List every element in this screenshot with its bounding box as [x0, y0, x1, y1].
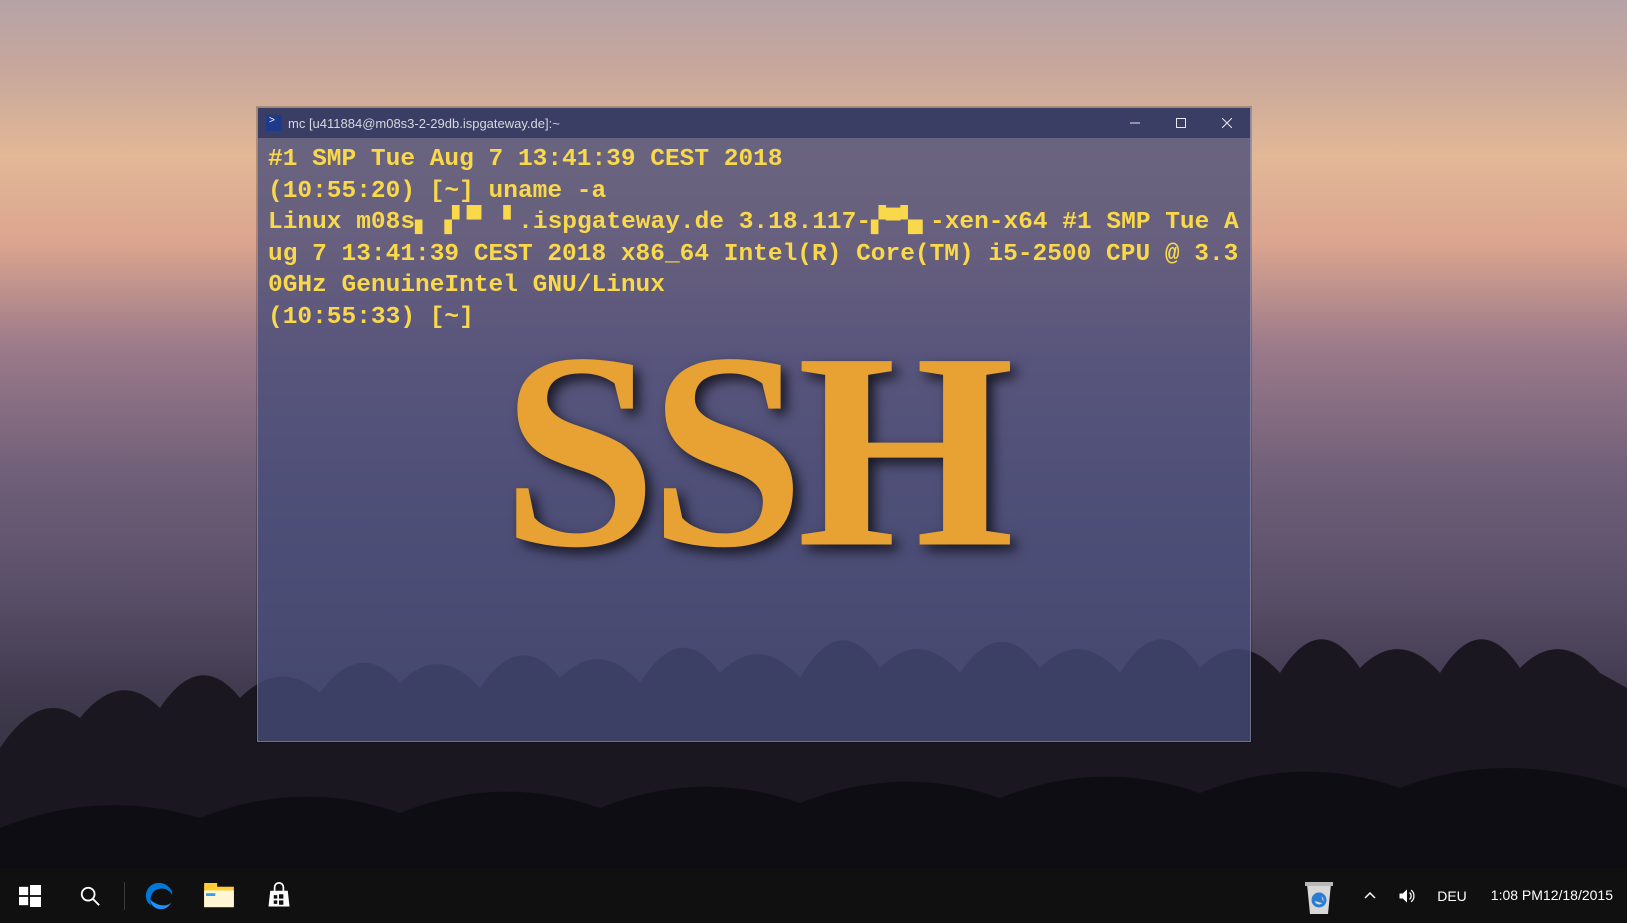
store-icon[interactable]	[249, 868, 309, 923]
window-title: mc [u411884@m08s3-2-29db.ispgateway.de]:…	[288, 116, 560, 131]
taskbar-separator	[124, 882, 125, 910]
search-button[interactable]	[60, 868, 120, 923]
terminal-body[interactable]: #1 SMP Tue Aug 7 13:41:39 CEST 2018 (10:…	[258, 138, 1250, 741]
clock-date: 12/18/2015	[1543, 886, 1613, 904]
system-tray: DEU 1:08 PM 12/18/2015	[1285, 868, 1627, 923]
terminal-line: Linux m08s▖ ▞▝▘ ▘.ispgateway.de 3.18.117…	[268, 209, 1239, 299]
edge-browser-icon[interactable]	[129, 868, 189, 923]
terminal-line: (10:55:20) [~] uname -a	[268, 178, 606, 205]
maximize-button[interactable]	[1158, 108, 1204, 138]
window-controls	[1112, 108, 1250, 138]
app-icon	[266, 115, 282, 131]
clock-time: 1:08 PM	[1491, 886, 1543, 904]
close-button[interactable]	[1204, 108, 1250, 138]
recycle-bin-icon[interactable]	[1285, 868, 1353, 923]
terminal-line: #1 SMP Tue Aug 7 13:41:39 CEST 2018	[268, 146, 783, 173]
tray-overflow-icon[interactable]	[1353, 868, 1387, 923]
language-indicator[interactable]: DEU	[1427, 868, 1477, 923]
clock[interactable]: 1:08 PM 12/18/2015	[1477, 868, 1627, 923]
minimize-button[interactable]	[1112, 108, 1158, 138]
window-titlebar[interactable]: mc [u411884@m08s3-2-29db.ispgateway.de]:…	[258, 108, 1250, 138]
volume-icon[interactable]	[1387, 868, 1427, 923]
file-explorer-icon[interactable]	[189, 868, 249, 923]
start-button[interactable]	[0, 868, 60, 923]
terminal-window[interactable]: mc [u411884@m08s3-2-29db.ispgateway.de]:…	[257, 107, 1251, 742]
language-code: DEU	[1437, 888, 1467, 904]
terminal-line: (10:55:33) [~]	[268, 304, 489, 331]
taskbar: DEU 1:08 PM 12/18/2015	[0, 868, 1627, 923]
